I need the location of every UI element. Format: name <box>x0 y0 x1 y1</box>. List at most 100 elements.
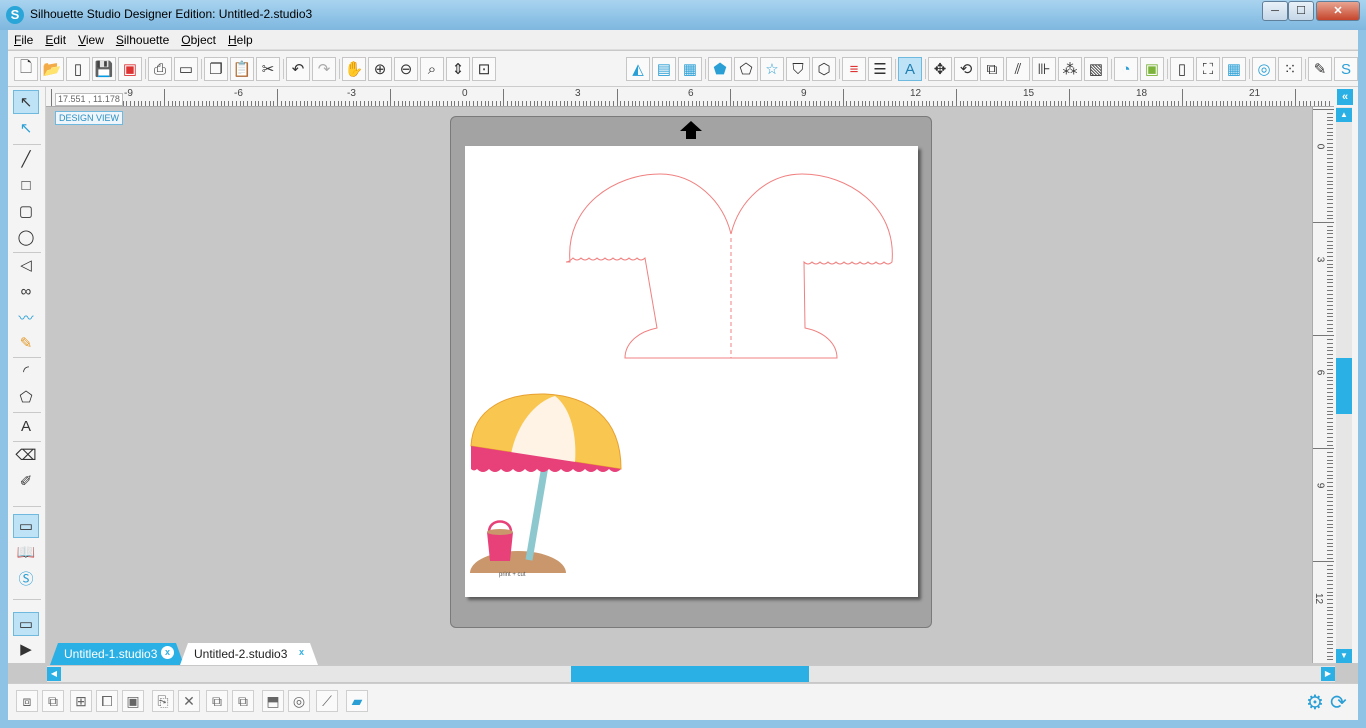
print-icon[interactable]: ⎙ <box>148 57 172 81</box>
curve-tool-icon[interactable]: ∞ <box>13 279 39 303</box>
tab-close-icon[interactable]: x <box>161 646 174 659</box>
menu-object[interactable]: Object <box>175 33 222 47</box>
arc-tool-icon[interactable]: ◜ <box>13 359 39 383</box>
pan-icon[interactable]: ✋ <box>342 57 366 81</box>
fill-color-icon[interactable]: ◭ <box>626 57 650 81</box>
paste-icon[interactable]: 📋 <box>230 57 254 81</box>
send-icon[interactable]: ▰ <box>346 690 368 712</box>
shear-icon[interactable]: ⫽ <box>1006 57 1030 81</box>
zoom-out-icon[interactable]: ⊖ <box>394 57 418 81</box>
crop-icon[interactable]: ⬒ <box>262 690 284 712</box>
new-document-icon[interactable]: 🗋 <box>14 57 38 81</box>
line-color-swatch-icon[interactable]: ≡ <box>842 57 866 81</box>
modify-icon[interactable]: ▧ <box>1084 57 1108 81</box>
save-to-library-icon[interactable]: ▣ <box>118 57 142 81</box>
menu-help[interactable]: Help <box>222 33 259 47</box>
replicate-icon[interactable]: ⁂ <box>1058 57 1082 81</box>
vertical-scrollbar-thumb[interactable] <box>1336 358 1352 414</box>
tab-untitled-2[interactable]: Untitled-2.studio3 x <box>180 643 318 665</box>
minimize-button[interactable]: ─ <box>1262 1 1288 21</box>
panel-toggle-icon[interactable]: ▭ <box>13 612 39 636</box>
page-setup-icon[interactable]: ▯ <box>1170 57 1194 81</box>
redo-icon[interactable]: ↷ <box>312 57 336 81</box>
make-compound-path-icon[interactable]: ⊞ <box>70 690 92 712</box>
send-to-back-icon[interactable]: ⧉ <box>232 690 254 712</box>
silhouette-store-icon[interactable]: Ⓢ <box>13 566 39 590</box>
scale-icon[interactable]: ⧉ <box>980 57 1004 81</box>
freehand-tool-icon[interactable]: 〰 <box>13 305 39 329</box>
regular-polygon-tool-icon[interactable]: ⬠ <box>13 385 39 409</box>
rectangle-tool-icon[interactable]: □ <box>13 173 39 197</box>
zoom-selection-icon[interactable]: ⌕ <box>420 57 444 81</box>
fill-pattern-icon[interactable]: ▦ <box>678 57 702 81</box>
grid-icon[interactable]: ▦ <box>1222 57 1246 81</box>
select-tool-icon[interactable]: ↖ <box>13 90 39 114</box>
polygon-tool-icon[interactable]: ◁ <box>13 253 39 277</box>
cut-icon[interactable]: ✂ <box>256 57 280 81</box>
save-icon[interactable]: 💾 <box>92 57 116 81</box>
open-icon[interactable]: 📂 <box>40 57 64 81</box>
undo-icon[interactable]: ↶ <box>286 57 310 81</box>
tab-untitled-1[interactable]: Untitled-1.studio3 x <box>50 643 184 665</box>
collapse-panel-button[interactable]: « <box>1337 89 1353 105</box>
menu-file[interactable]: File <box>8 33 39 47</box>
shape-icon[interactable]: ⬟ <box>708 57 732 81</box>
copy-icon[interactable]: ❐ <box>204 57 228 81</box>
close-button[interactable]: ✕ <box>1316 1 1360 21</box>
menu-silhouette[interactable]: Silhouette <box>110 33 175 47</box>
zoom-drag-icon[interactable]: ⇕ <box>446 57 470 81</box>
library-view-icon[interactable]: 📖 <box>13 540 39 564</box>
align-icon[interactable]: ⊪ <box>1032 57 1056 81</box>
trace-image-icon[interactable]: ⟋ <box>316 690 338 712</box>
cut-settings-icon[interactable]: ◎ <box>1252 57 1276 81</box>
group-icon[interactable]: ⧈ <box>16 690 38 712</box>
design-view-icon[interactable]: ▭ <box>13 514 39 538</box>
zoom-in-icon[interactable]: ⊕ <box>368 57 392 81</box>
sync-icon[interactable]: ⟳ <box>1330 690 1347 715</box>
ellipse-tool-icon[interactable]: ◯ <box>13 225 39 249</box>
line-style-icon[interactable]: ⬠ <box>734 57 758 81</box>
send-to-cutter-icon[interactable]: ▭ <box>174 57 198 81</box>
cut-line-shape[interactable] <box>565 173 893 359</box>
line-width-icon[interactable]: ☰ <box>868 57 892 81</box>
delete-icon[interactable]: ✕ <box>178 690 200 712</box>
design-page[interactable]: print + cut <box>465 146 918 597</box>
library-panel-icon[interactable]: S <box>1334 57 1358 81</box>
scroll-right-arrow[interactable]: ▶ <box>1321 667 1335 681</box>
shape-badge-icon[interactable]: ⛉ <box>786 57 810 81</box>
scroll-left-arrow[interactable]: ◀ <box>47 667 61 681</box>
rotate-icon[interactable]: ⟲ <box>954 57 978 81</box>
rounded-rectangle-tool-icon[interactable]: ▢ <box>13 199 39 223</box>
bring-to-front-icon[interactable]: ⧉ <box>206 690 228 712</box>
duplicate-icon[interactable]: ⎘ <box>152 690 174 712</box>
scroll-up-arrow[interactable]: ▲ <box>1336 108 1352 122</box>
play-icon[interactable]: ▶ <box>13 637 39 661</box>
menu-edit[interactable]: Edit <box>39 33 72 47</box>
scroll-down-arrow[interactable]: ▼ <box>1336 649 1352 663</box>
beach-umbrella-image[interactable] <box>465 393 622 597</box>
maximize-button[interactable]: ☐ <box>1288 1 1314 21</box>
horizontal-scrollbar-thumb[interactable] <box>571 666 809 682</box>
text-style-icon[interactable]: A <box>898 57 922 81</box>
weld-icon[interactable]: ▣ <box>122 690 144 712</box>
knife-tool-icon[interactable]: ✐ <box>13 469 39 493</box>
trace-icon[interactable]: ▣ <box>1140 57 1164 81</box>
line-tool-icon[interactable]: ╱ <box>13 147 39 171</box>
eraser-tool-icon[interactable]: ⌫ <box>13 443 39 467</box>
settings-gear-icon[interactable]: ⚙ <box>1306 690 1324 715</box>
fill-gradient-icon[interactable]: ▤ <box>652 57 676 81</box>
registration-marks-icon[interactable]: ⛶ <box>1196 57 1220 81</box>
offset-target-icon[interactable]: ◎ <box>288 690 310 712</box>
edit-points-tool-icon[interactable]: ↖ <box>13 116 39 140</box>
line-color-icon[interactable]: ⬡ <box>812 57 836 81</box>
text-tool-icon[interactable]: A <box>13 414 39 438</box>
shape-star-icon[interactable]: ☆ <box>760 57 784 81</box>
smooth-freehand-tool-icon[interactable]: ✎ <box>13 331 39 355</box>
tab-close-icon[interactable]: x <box>295 646 308 659</box>
menu-view[interactable]: View <box>72 33 110 47</box>
fit-to-page-icon[interactable]: ⊡ <box>472 57 496 81</box>
transform-icon[interactable]: ✥ <box>928 57 952 81</box>
sketch-icon[interactable]: ✎ <box>1308 57 1332 81</box>
release-compound-path-icon[interactable]: ⧠ <box>96 690 118 712</box>
rhinestone-icon[interactable]: ⁙ <box>1278 57 1302 81</box>
